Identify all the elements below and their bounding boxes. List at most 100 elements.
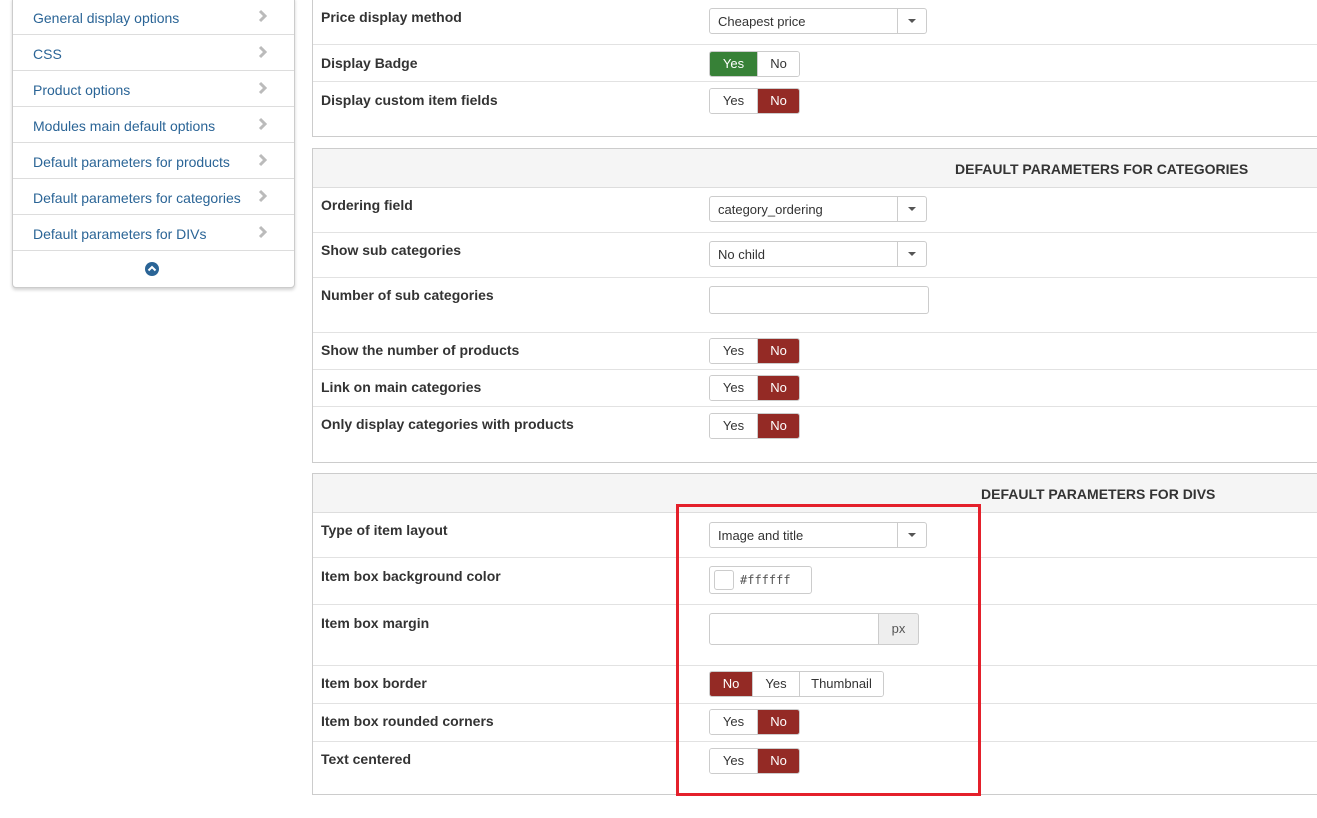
products-options-panel: Price display method Cheapest price Disp…: [312, 0, 1317, 137]
row-label: Type of item layout: [321, 522, 448, 538]
sidebar-item-label: Product options: [33, 82, 131, 98]
display-custom-item-fields-row: Display custom item fields Yes No: [313, 82, 1317, 136]
yes-button[interactable]: Yes: [710, 89, 757, 113]
panel-header: DEFAULT PARAMETERS FOR CATEGORIES: [313, 149, 1317, 188]
item-box-border-row: Item box border No Yes Thumbnail: [313, 666, 1317, 704]
item-box-margin-input-group: px: [709, 613, 919, 645]
no-button[interactable]: No: [757, 710, 799, 734]
yes-button[interactable]: Yes: [710, 376, 757, 400]
only-display-categories-with-products-row: Only display categories with products Ye…: [313, 407, 1317, 461]
sidebar-collapse-button[interactable]: [13, 251, 294, 286]
show-sub-categories-select[interactable]: No child: [709, 241, 927, 267]
sidebar-item-default-parameters-categories[interactable]: Default parameters for categories: [13, 179, 294, 215]
no-button[interactable]: No: [757, 414, 799, 438]
row-label: Show sub categories: [321, 242, 462, 258]
row-label: Only display categories with products: [321, 416, 574, 432]
caret-down-icon: [897, 9, 926, 33]
select-value: No child: [718, 247, 765, 262]
panel-title: DEFAULT PARAMETERS FOR CATEGORIES: [955, 161, 1249, 177]
chevron-up-circle-icon: [145, 262, 159, 276]
panel-title: DEFAULT PARAMETERS FOR DIVS: [981, 486, 1216, 502]
price-display-method-select[interactable]: Cheapest price: [709, 8, 927, 34]
row-label: Text centered: [321, 751, 411, 767]
display-badge-toggle: Yes No: [709, 51, 800, 77]
chevron-right-icon: [258, 45, 268, 59]
yes-button[interactable]: Yes: [710, 339, 757, 363]
sidebar-menu: General display options CSS Product opti…: [12, 0, 295, 288]
item-box-background-color-row: Item box background color #ffffff: [313, 558, 1317, 605]
type-of-item-layout-select[interactable]: Image and title: [709, 522, 927, 548]
show-sub-categories-row: Show sub categories No child: [313, 233, 1317, 278]
number-of-sub-categories-row: Number of sub categories: [313, 278, 1317, 333]
yes-button[interactable]: Yes: [710, 710, 757, 734]
panel-header: DEFAULT PARAMETERS FOR DIVS: [313, 474, 1317, 513]
sidebar-item-label: Default parameters for products: [33, 154, 230, 170]
select-value: category_ordering: [718, 202, 823, 217]
color-hex-value: #ffffff: [740, 573, 791, 587]
yes-button[interactable]: Yes: [710, 749, 757, 773]
item-box-margin-row: Item box margin px: [313, 605, 1317, 666]
row-label: Price display method: [321, 9, 462, 25]
price-display-method-row: Price display method Cheapest price: [313, 0, 1317, 45]
thumbnail-button[interactable]: Thumbnail: [799, 672, 883, 696]
sidebar-item-general-display-options[interactable]: General display options: [13, 0, 294, 35]
caret-down-icon: [897, 523, 926, 547]
no-button[interactable]: No: [757, 749, 799, 773]
show-number-of-products-row: Show the number of products Yes No: [313, 333, 1317, 370]
no-button[interactable]: No: [757, 89, 799, 113]
no-button[interactable]: No: [757, 339, 799, 363]
row-label: Display custom item fields: [321, 92, 498, 108]
yes-button[interactable]: Yes: [710, 52, 757, 76]
chevron-right-icon: [258, 9, 268, 23]
no-button[interactable]: No: [757, 376, 799, 400]
row-label: Ordering field: [321, 197, 413, 213]
chevron-right-icon: [258, 153, 268, 167]
row-label: Show the number of products: [321, 342, 520, 358]
sidebar-item-default-parameters-products[interactable]: Default parameters for products: [13, 143, 294, 179]
type-of-item-layout-row: Type of item layout Image and title: [313, 513, 1317, 558]
only-display-categories-with-products-toggle: Yes No: [709, 413, 800, 439]
chevron-right-icon: [258, 81, 268, 95]
sidebar-item-label: CSS: [33, 46, 62, 62]
item-box-rounded-corners-row: Item box rounded corners Yes No: [313, 704, 1317, 742]
display-custom-item-fields-toggle: Yes No: [709, 88, 800, 114]
item-box-margin-input[interactable]: [709, 613, 879, 645]
chevron-right-icon: [258, 189, 268, 203]
sidebar-item-default-parameters-divs[interactable]: Default parameters for DIVs: [13, 215, 294, 251]
row-label: Number of sub categories: [321, 287, 494, 303]
item-box-rounded-corners-toggle: Yes No: [709, 709, 800, 735]
select-value: Cheapest price: [718, 14, 806, 29]
default-parameters-categories-panel: DEFAULT PARAMETERS FOR CATEGORIES Orderi…: [312, 148, 1317, 463]
chevron-right-icon: [258, 117, 268, 131]
caret-down-icon: [897, 242, 926, 266]
no-button[interactable]: No: [757, 52, 799, 76]
sidebar-item-css[interactable]: CSS: [13, 35, 294, 71]
row-label: Display Badge: [321, 55, 418, 71]
link-on-main-categories-row: Link on main categories Yes No: [313, 370, 1317, 407]
color-swatch[interactable]: [714, 570, 734, 590]
sidebar-item-label: Modules main default options: [33, 118, 216, 134]
show-number-of-products-toggle: Yes No: [709, 338, 800, 364]
px-unit-addon: px: [879, 613, 919, 645]
no-button[interactable]: No: [710, 672, 752, 696]
sidebar-item-label: Default parameters for categories: [33, 190, 241, 206]
sidebar-item-modules-main-default-options[interactable]: Modules main default options: [13, 107, 294, 143]
row-label: Item box border: [321, 675, 427, 691]
ordering-field-row: Ordering field category_ordering: [313, 188, 1317, 233]
number-of-sub-categories-input[interactable]: [709, 286, 929, 314]
item-box-background-color-input[interactable]: #ffffff: [709, 566, 812, 594]
sidebar-item-label: Default parameters for DIVs: [33, 226, 207, 242]
item-box-border-toggle: No Yes Thumbnail: [709, 671, 884, 697]
link-on-main-categories-toggle: Yes No: [709, 375, 800, 401]
text-centered-row: Text centered Yes No: [313, 742, 1317, 797]
ordering-field-select[interactable]: category_ordering: [709, 196, 927, 222]
row-label: Link on main categories: [321, 379, 482, 395]
select-value: Image and title: [718, 528, 804, 543]
row-label: Item box margin: [321, 615, 430, 631]
chevron-right-icon: [258, 225, 268, 239]
sidebar-item-label: General display options: [33, 10, 180, 26]
yes-button[interactable]: Yes: [752, 672, 799, 696]
sidebar-item-product-options[interactable]: Product options: [13, 71, 294, 107]
yes-button[interactable]: Yes: [710, 414, 757, 438]
caret-down-icon: [897, 197, 926, 221]
